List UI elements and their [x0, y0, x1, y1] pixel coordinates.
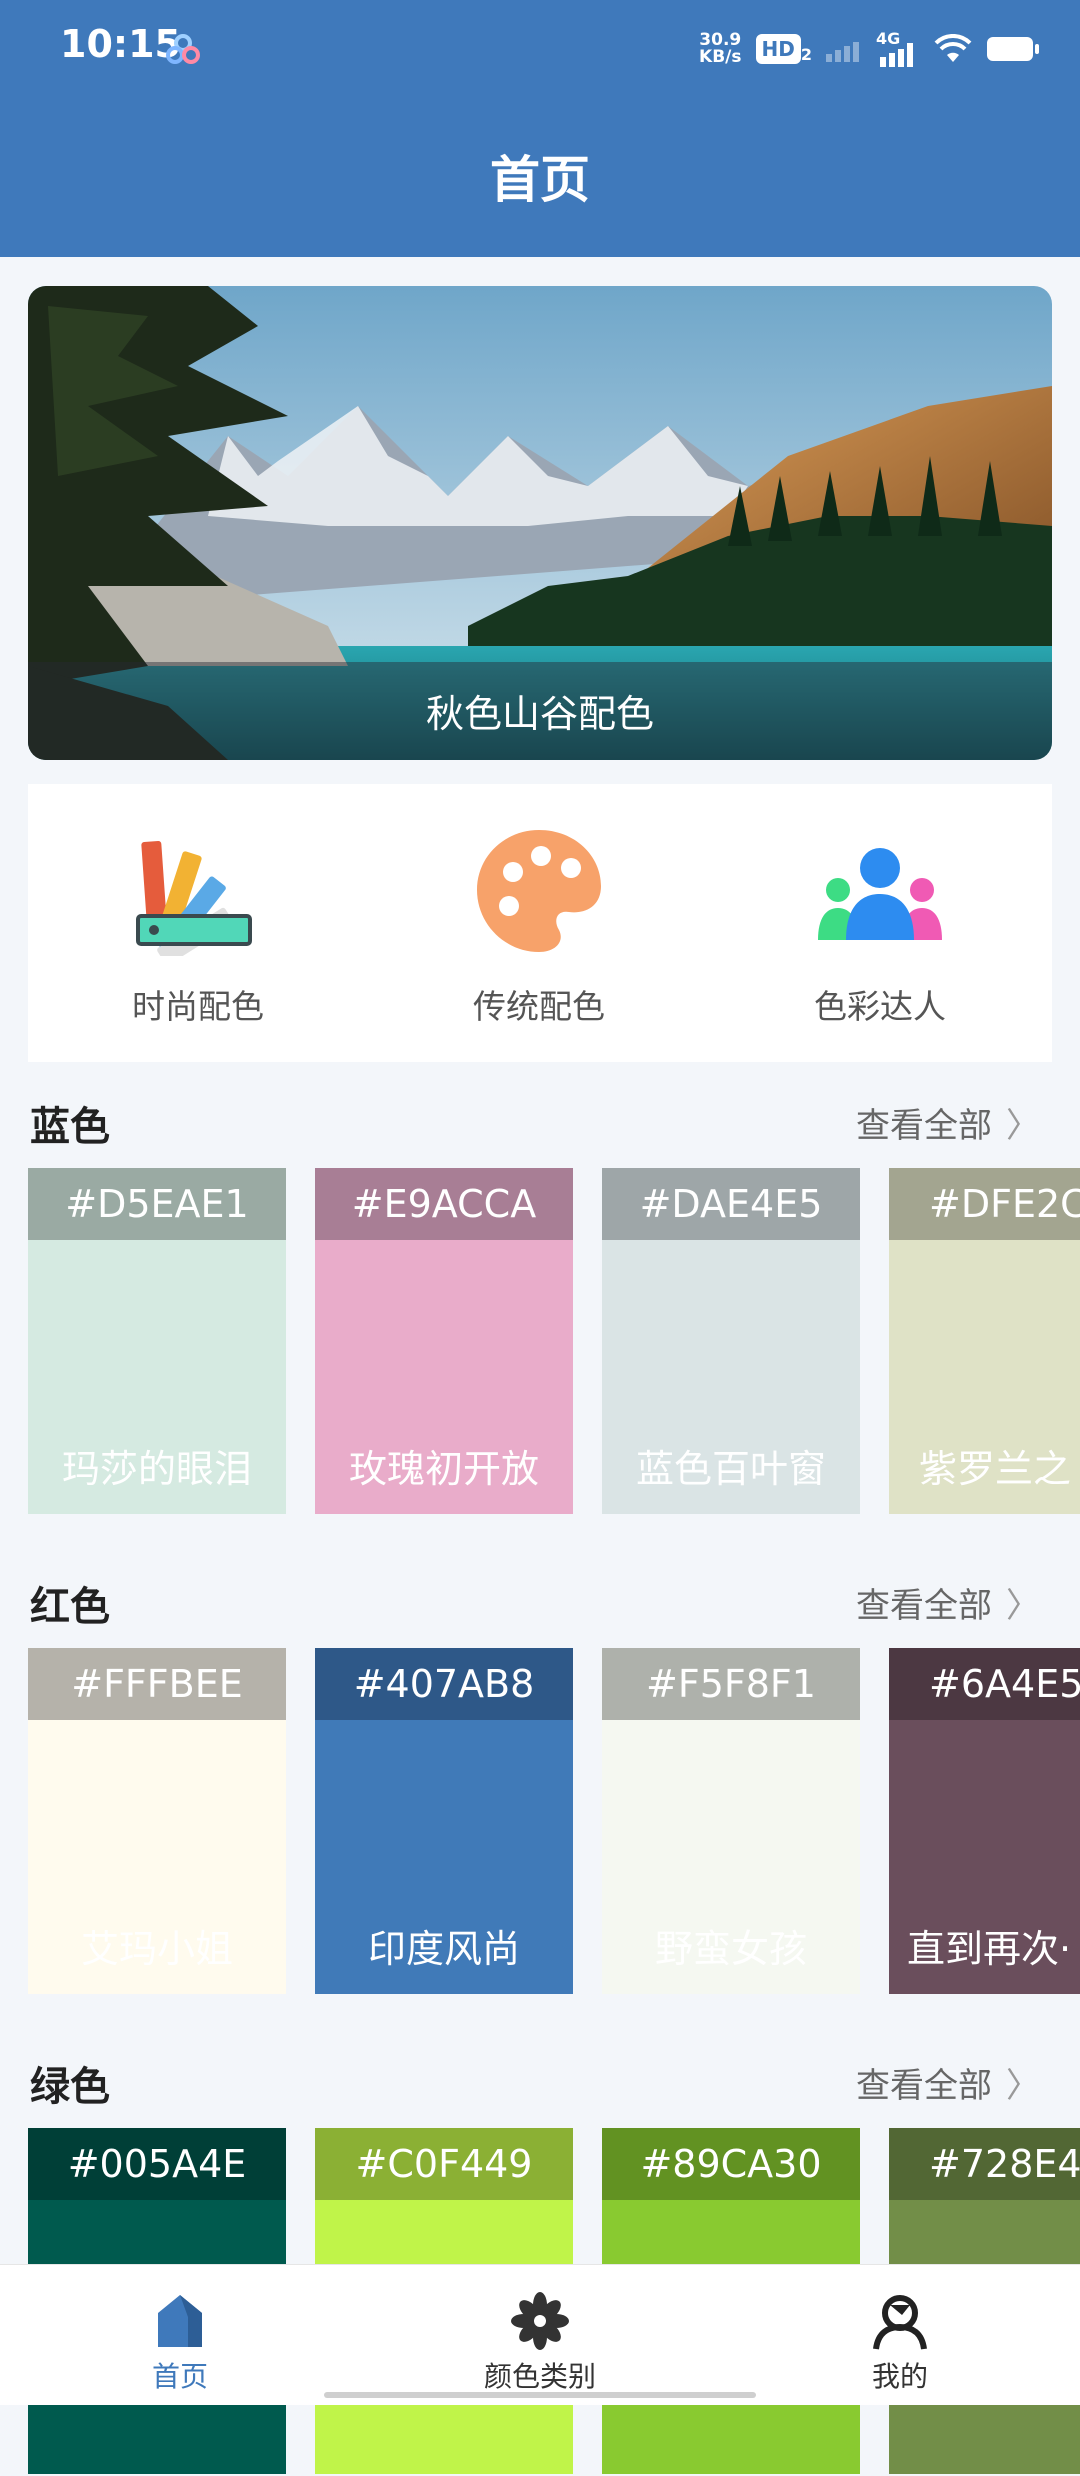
color-name: 蓝色百叶窗 [635, 1447, 826, 1491]
category-shortcuts: 时尚配色 传统配色 色彩达人 [28, 784, 1052, 1062]
status-icons: 30.9 KB/s HD 2 4G [699, 26, 1040, 72]
color-hex: #005A4E [28, 2128, 286, 2200]
category-label: 传统配色 [473, 987, 605, 1026]
category-experts[interactable]: 色彩达人 [710, 784, 1050, 1062]
palette-icon [477, 830, 601, 952]
color-card[interactable]: #D5EAE1 玛莎的眼泪 [28, 1168, 286, 1514]
signal-strong-icon: 4G [876, 29, 920, 67]
banner-carousel[interactable]: 秋色山谷配色 [28, 286, 1052, 760]
section-title-red: 红色 [30, 1584, 110, 1630]
color-hex: #407AB8 [315, 1648, 573, 1720]
bottom-navigation: 首页 颜色类别 我的 [0, 2264, 1080, 2405]
section-title-green: 绿色 [30, 2064, 110, 2110]
status-time: 10:15 [60, 22, 181, 66]
category-traditional[interactable]: 传统配色 [369, 784, 709, 1062]
category-label: 色彩达人 [814, 987, 946, 1026]
color-hex: #6A4E5 [889, 1648, 1080, 1720]
section-title-blue: 蓝色 [30, 1104, 110, 1150]
nav-home[interactable]: 首页 [0, 2265, 360, 2405]
color-hex: #D5EAE1 [28, 1168, 286, 1240]
color-card[interactable]: #F5F8F1 野蛮女孩 [602, 1648, 860, 1994]
color-hex: #89CA30 [602, 2128, 860, 2200]
color-hex: #728E4 [889, 2128, 1080, 2200]
hd-icon: HD 2 [755, 34, 812, 64]
app-header: 10:15 30.9 KB/s HD 2 4G 首页 [0, 0, 1080, 257]
home-icon [158, 2295, 202, 2347]
color-card[interactable]: #6A4E5 直到再次· [889, 1648, 1080, 1994]
color-card[interactable]: #E9ACCA 玫瑰初开放 [315, 1168, 573, 1514]
color-hex: #F5F8F1 [602, 1648, 860, 1720]
battery-icon [987, 37, 1039, 61]
home-indicator[interactable] [324, 2392, 756, 2398]
color-name: 印度风尚 [367, 1927, 520, 1971]
color-name: 艾玛小姐 [80, 1927, 233, 1971]
page-title: 首页 [490, 151, 590, 209]
network-speed: 30.9 KB/s [699, 30, 742, 67]
chevron-right-icon: 〉 [1006, 1586, 1040, 1626]
app-notification-icon [166, 34, 200, 64]
view-all-blue-link[interactable]: 查看全部〉 [856, 1098, 1040, 1147]
color-card[interactable]: #DFE2C 紫罗兰之 [889, 1168, 1080, 1514]
people-group-icon [818, 848, 942, 940]
profile-icon [873, 2295, 927, 2350]
nav-color-categories[interactable]: 颜色类别 [360, 2265, 720, 2405]
color-name: 玛莎的眼泪 [61, 1447, 252, 1491]
wifi-icon [934, 34, 972, 62]
chevron-right-icon: 〉 [1006, 2066, 1040, 2106]
color-name: 紫罗兰之 [919, 1447, 1072, 1491]
color-card[interactable]: #407AB8 印度风尚 [315, 1648, 573, 1994]
color-card-row-blue: #D5EAE1 玛莎的眼泪 #E9ACCA 玫瑰初开放 #DAE4E5 蓝色百叶… [28, 1168, 1080, 1516]
color-hex: #DAE4E5 [602, 1168, 860, 1240]
nav-label: 颜色类别 [483, 2360, 596, 2393]
nav-label: 首页 [151, 2360, 208, 2393]
color-card[interactable]: #FFFBEE 艾玛小姐 [28, 1648, 286, 1994]
signal-weak-icon [826, 42, 859, 62]
color-hex: #DFE2C [889, 1168, 1080, 1240]
color-name: 直到再次· [907, 1927, 1072, 1971]
category-fashion[interactable]: 时尚配色 [28, 784, 368, 1062]
nav-label: 我的 [871, 2360, 928, 2393]
chevron-right-icon: 〉 [1006, 1106, 1040, 1146]
category-label: 时尚配色 [132, 987, 264, 1026]
color-hex: #C0F449 [315, 2128, 573, 2200]
color-hex: #E9ACCA [315, 1168, 573, 1240]
color-card[interactable]: #DAE4E5 蓝色百叶窗 [602, 1168, 860, 1514]
color-name: 玫瑰初开放 [348, 1447, 539, 1491]
view-all-red-link[interactable]: 查看全部〉 [856, 1578, 1040, 1627]
color-hex: #FFFBEE [28, 1648, 286, 1720]
color-name: 野蛮女孩 [654, 1927, 807, 1971]
color-swatch-fan-icon [136, 841, 252, 956]
view-all-green-link[interactable]: 查看全部〉 [856, 2058, 1040, 2107]
flower-icon [511, 2292, 569, 2350]
color-card-row-red: #FFFBEE 艾玛小姐 #407AB8 印度风尚 #F5F8F1 野蛮女孩 #… [28, 1648, 1080, 1996]
nav-profile[interactable]: 我的 [720, 2265, 1080, 2405]
banner-title: 秋色山谷配色 [425, 692, 654, 736]
